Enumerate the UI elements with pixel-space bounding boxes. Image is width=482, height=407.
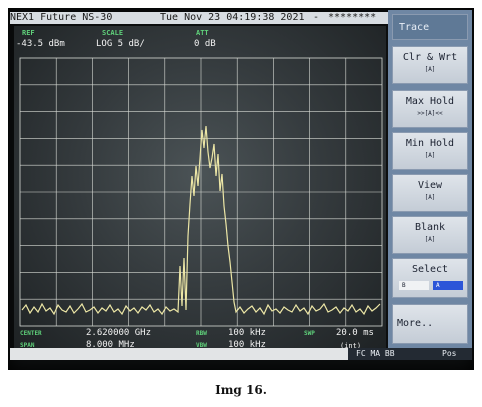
view-sub: [A]	[424, 194, 436, 201]
min-hold-button[interactable]: Min Hold [A]	[392, 132, 468, 170]
blank-sub: [A]	[424, 236, 436, 243]
center-label: CENTER	[20, 330, 42, 337]
more-label: More..	[397, 318, 434, 329]
status-flags-area: FC MA BB Pos	[348, 348, 472, 360]
center-value: 2.620000 GHz	[86, 328, 152, 338]
masked-id: ********	[328, 12, 377, 23]
min-hold-label: Min Hold	[405, 138, 455, 149]
max-hold-label: Max Hold	[405, 96, 455, 107]
view-button[interactable]: View [A]	[392, 174, 468, 212]
spectrum-screen: REF -43.5 dBm SCALE LOG 5 dB/ ATT 0 dB C…	[14, 26, 386, 356]
status-mode: Pos	[442, 349, 457, 358]
title-dash: -	[313, 12, 320, 23]
clr-wrt-button[interactable]: Clr & Wrt [A]	[392, 46, 468, 84]
max-hold-button[interactable]: Max Hold >>[A]<<	[392, 90, 468, 128]
more-button[interactable]: More..	[392, 304, 468, 344]
trace-title-label: Trace	[399, 22, 430, 33]
select-label: Select	[411, 264, 449, 275]
view-label: View	[417, 180, 443, 191]
select-option-a[interactable]: A	[433, 281, 463, 290]
analyzer-photo: NEX1 Future NS-30 Tue Nov 23 04:19:38 20…	[8, 8, 474, 370]
figure-caption: Img 16.	[215, 383, 267, 397]
status-flags: FC MA BB	[356, 349, 395, 358]
clr-wrt-sub: [A]	[424, 66, 436, 73]
min-hold-sub: [A]	[424, 152, 436, 159]
blank-button[interactable]: Blank [A]	[392, 216, 468, 254]
select-option-b[interactable]: B	[399, 281, 429, 290]
select-toggle[interactable]: B A	[399, 281, 463, 290]
datetime: Tue Nov 23 04:19:38 2021	[160, 12, 305, 23]
rbw-value: 100 kHz	[228, 328, 266, 338]
swp-label: SWP	[304, 330, 315, 337]
blank-label: Blank	[414, 222, 446, 233]
rbw-label: RBW	[196, 330, 207, 337]
softkey-panel: Trace Clr & Wrt [A] Max Hold >>[A]<< Min…	[388, 10, 472, 348]
status-bar: FC MA BB Pos	[10, 348, 472, 360]
trace-menu-title: Trace	[392, 14, 468, 40]
instrument-model: NEX1 Future NS-30	[10, 12, 113, 23]
max-hold-sub: >>[A]<<	[417, 110, 443, 117]
clr-wrt-label: Clr & Wrt	[402, 52, 458, 63]
graticule	[19, 57, 383, 327]
spectrum-plot	[19, 57, 383, 327]
select-button[interactable]: Select B A	[392, 258, 468, 298]
swp-value: 20.0 ms	[336, 328, 374, 338]
title-bar: NEX1 Future NS-30 Tue Nov 23 04:19:38 20…	[10, 12, 390, 24]
